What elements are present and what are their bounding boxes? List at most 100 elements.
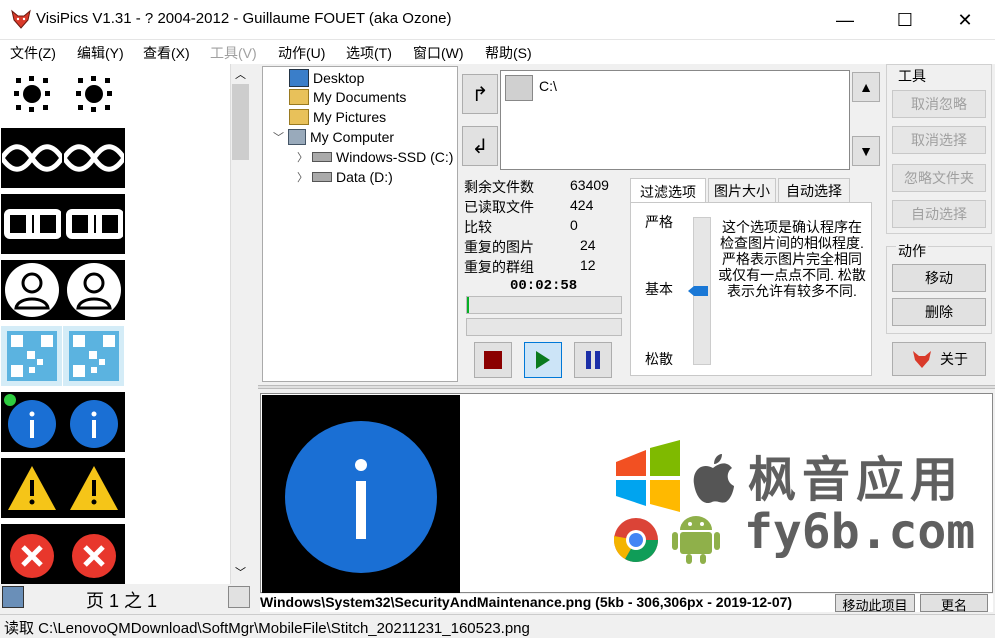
thumbnail-pair[interactable] <box>1 326 125 388</box>
file-info: Windows\System32\SecurityAndMaintenance.… <box>260 594 793 610</box>
pause-icon <box>586 351 600 369</box>
rename-button[interactable]: 更名 <box>920 594 988 613</box>
menu-options[interactable]: 选项(T) <box>346 43 392 63</box>
thumbnail-footer: 页 1 之 1 <box>0 584 258 614</box>
desktop-icon <box>289 69 309 87</box>
info-thumbnail[interactable] <box>1 392 62 452</box>
qr-code-thumbnail[interactable] <box>63 326 124 386</box>
add-folder-arrow-icon: ↱ <box>471 83 489 106</box>
move-button[interactable]: 移动 <box>892 264 986 292</box>
tree-item-mycomputer[interactable]: ﹀ My Computer <box>273 129 394 145</box>
thumbnail-pair[interactable] <box>1 64 125 126</box>
auto-select-button[interactable]: 自动选择 <box>892 200 986 228</box>
knot-pattern-thumbnail[interactable] <box>63 128 124 188</box>
stop-button[interactable] <box>474 342 512 378</box>
menu-view[interactable]: 查看(X) <box>143 43 190 63</box>
preview-image[interactable] <box>262 395 460 593</box>
dots-pattern-thumbnail[interactable] <box>1 64 62 124</box>
thumbnail-pair[interactable] <box>1 524 125 584</box>
unselect-button[interactable]: 取消选择 <box>892 126 986 154</box>
move-up-button[interactable]: ▲ <box>852 72 880 102</box>
thumbnail-pair[interactable] <box>1 128 125 190</box>
tab-filter[interactable]: 过滤选项 <box>630 178 706 205</box>
scroll-down-icon[interactable]: ﹀ <box>235 564 246 580</box>
thumbnail-pair[interactable] <box>1 392 125 454</box>
chain-link-thumbnail[interactable] <box>63 194 124 254</box>
scroll-up-icon[interactable]: ︿ <box>235 66 246 82</box>
folder-entry[interactable]: C:\ <box>539 78 557 94</box>
error-thumbnail[interactable] <box>1 524 62 584</box>
delete-button[interactable]: 删除 <box>892 298 986 326</box>
triangle-up-icon: ▲ <box>859 79 873 95</box>
title-bar: VisiPics V1.31 - ? 2004-2012 - Guillaume… <box>0 0 995 40</box>
thumbnail-scrollbar[interactable]: ︿ ﹀ <box>230 64 250 584</box>
tab-image-size[interactable]: 图片大小 <box>708 178 776 204</box>
warning-thumbnail[interactable] <box>63 458 124 518</box>
remove-folder-arrow-icon: ↲ <box>471 135 489 158</box>
folder-icon <box>289 89 309 105</box>
scroll-thumb[interactable] <box>232 84 249 160</box>
next-page-icon[interactable] <box>228 586 250 608</box>
drive-icon <box>312 152 332 162</box>
error-thumbnail[interactable] <box>63 524 124 584</box>
layout-toggle-icon[interactable] <box>2 586 24 608</box>
remaining-value: 63409 <box>570 177 609 193</box>
warning-thumbnail[interactable] <box>1 458 62 518</box>
selected-folders-list[interactable]: C:\ <box>500 70 850 170</box>
menu-file[interactable]: 文件(Z) <box>10 43 56 63</box>
qr-code-thumbnail[interactable] <box>1 326 62 386</box>
page-indicator: 页 1 之 1 <box>86 591 158 611</box>
menu-edit[interactable]: 编辑(Y) <box>77 43 124 63</box>
thumbnail-panel[interactable] <box>0 64 230 584</box>
dup-images-label: 重复的图片 <box>464 239 534 255</box>
menu-tools[interactable]: 工具(V) <box>210 43 257 63</box>
move-down-button[interactable]: ▼ <box>852 136 880 166</box>
knot-pattern-thumbnail[interactable] <box>1 128 62 188</box>
collapsed-chevron-icon[interactable]: 〉 <box>297 169 308 185</box>
windows-logo-icon <box>612 440 684 512</box>
file-info-bar: Windows\System32\SecurityAndMaintenance.… <box>260 594 993 613</box>
tree-item-drive-d[interactable]: 〉 Data (D:) <box>297 169 393 185</box>
info-thumbnail[interactable] <box>63 392 124 452</box>
ignore-folder-button[interactable]: 忽略文件夹 <box>892 164 986 192</box>
splitter[interactable] <box>258 385 995 389</box>
menu-window[interactable]: 窗口(W) <box>413 43 464 63</box>
dots-pattern-thumbnail[interactable] <box>63 64 124 124</box>
unignore-button[interactable]: 取消忽略 <box>892 90 986 118</box>
collapsed-chevron-icon[interactable]: 〉 <box>297 149 308 165</box>
tree-item-desktop[interactable]: Desktop <box>289 69 364 87</box>
compare-value: 0 <box>570 217 578 233</box>
menu-actions[interactable]: 动作(U) <box>278 43 325 63</box>
remaining-label: 剩余文件数 <box>464 179 534 195</box>
computer-icon <box>288 129 306 145</box>
user-avatar-thumbnail[interactable] <box>63 260 124 320</box>
tab-auto-select[interactable]: 自动选择 <box>778 178 850 204</box>
slider-thumb[interactable] <box>688 286 708 296</box>
thumbnail-pair[interactable] <box>1 194 125 256</box>
app-fox-icon <box>11 9 31 29</box>
status-text: 读取 C:\LenovoQMDownload\SoftMgr\MobileFil… <box>4 620 530 637</box>
minimize-button[interactable]: — <box>815 0 875 40</box>
thumbnail-pair[interactable] <box>1 458 125 520</box>
move-item-button[interactable]: 移动此项目 <box>835 594 915 613</box>
tree-item-mypictures[interactable]: My Pictures <box>289 109 386 125</box>
close-button[interactable]: ✕ <box>935 0 995 40</box>
chain-link-thumbnail[interactable] <box>1 194 62 254</box>
similarity-slider[interactable] <box>688 217 711 365</box>
remove-folder-button[interactable]: ↲ <box>462 126 498 166</box>
play-button[interactable] <box>524 342 562 378</box>
loaded-value: 424 <box>570 197 594 213</box>
info-icon <box>285 421 437 573</box>
expanded-chevron-icon[interactable]: ﹀ <box>273 129 284 145</box>
thumbnail-pair[interactable] <box>1 260 125 322</box>
about-button[interactable]: 关于 <box>892 342 986 376</box>
tree-item-drive-c[interactable]: 〉 Windows-SSD (C:) <box>297 149 453 165</box>
menu-help[interactable]: 帮助(S) <box>485 43 532 63</box>
pause-button[interactable] <box>574 342 612 378</box>
user-avatar-thumbnail[interactable] <box>1 260 62 320</box>
add-folder-button[interactable]: ↱ <box>462 74 498 114</box>
load-progress-bar <box>466 296 622 314</box>
folder-tree[interactable]: Desktop My Documents My Pictures ﹀ My Co… <box>262 66 458 382</box>
tree-item-mydocuments[interactable]: My Documents <box>289 89 406 105</box>
maximize-button[interactable]: ☐ <box>875 0 935 40</box>
